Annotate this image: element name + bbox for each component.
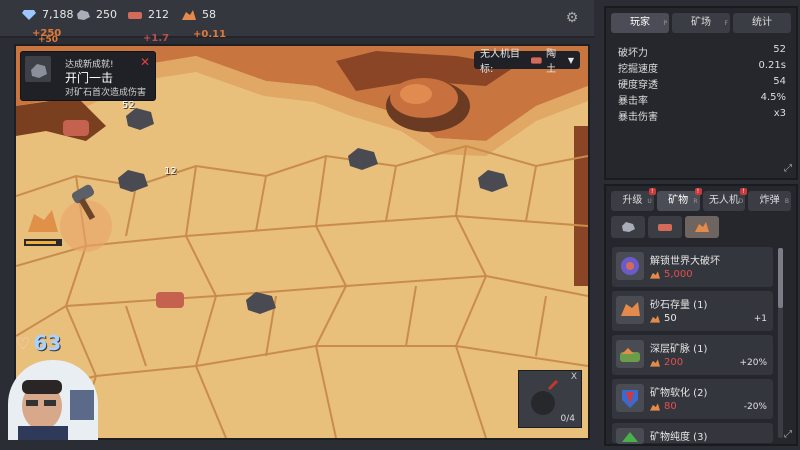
- webcam-overlay: [8, 360, 98, 440]
- gem-icon: [22, 9, 36, 20]
- tab-bombs[interactable]: 炸弹 B: [748, 191, 791, 211]
- health-value: 63: [33, 331, 62, 355]
- settings-gear-icon[interactable]: ⚙: [564, 10, 580, 26]
- ore-iron[interactable]: [126, 108, 154, 130]
- upgrade-effect: +1: [753, 314, 767, 324]
- clay-icon: [128, 11, 142, 19]
- close-icon[interactable]: X: [571, 372, 577, 382]
- tab-drones[interactable]: 无人机 D!: [702, 188, 748, 211]
- upgrade-card[interactable]: 砂石存量 (1) 50 +1: [612, 291, 773, 331]
- iron-ore-icon: [622, 222, 635, 232]
- health-display: ♡ 63: [16, 331, 61, 355]
- clay-icon: [531, 56, 543, 64]
- ore-clay[interactable]: [63, 120, 89, 136]
- achievement-ore-icon: [25, 56, 51, 82]
- mineral-purity-icon: [616, 428, 644, 444]
- achievement-name: 开门一击: [65, 71, 114, 85]
- close-icon[interactable]: ✕: [140, 55, 150, 69]
- upgrade-name: 砂石存量 (1): [650, 300, 708, 311]
- player-panel: 玩家 P 矿场 F 统计 破坏力 52 挖掘速度 0.21s 硬度穿透 54 暴击率 4.5…: [604, 6, 798, 180]
- upgrade-cost: 50: [650, 313, 677, 324]
- mineral-soften-icon: [616, 384, 644, 412]
- drone-target-value: 陶土: [546, 49, 557, 75]
- copper-ore-icon: [695, 222, 709, 232]
- upgrade-name: 矿物纯度 (3): [650, 432, 708, 443]
- resource-iron: 250: [76, 8, 117, 21]
- upgrade-cost: 80: [650, 401, 677, 412]
- drone-count: 0/4: [560, 414, 575, 424]
- ore-iron[interactable]: [118, 170, 148, 192]
- resource-clay: 212: [128, 8, 169, 21]
- upgrade-card[interactable]: 解锁世界大破坏 5,000: [612, 247, 773, 287]
- gravel-stock-icon: [616, 296, 644, 324]
- upgrade-cost: 5,000: [650, 269, 693, 280]
- upgrade-name: 矿物软化 (2): [650, 388, 708, 399]
- deep-vein-icon: [616, 340, 644, 368]
- upgrade-name: 深层矿脉 (1): [650, 344, 708, 355]
- ground-cracks: [16, 46, 588, 438]
- filter-clay[interactable]: [648, 216, 682, 238]
- drone-target-select[interactable]: 无人机目标: 陶土 ▼: [474, 49, 580, 75]
- gain-text: +1.7: [143, 33, 170, 44]
- filter-copper[interactable]: [685, 216, 719, 238]
- tab-stats[interactable]: 统计: [733, 13, 791, 33]
- upgrade-effect: -20%: [743, 402, 767, 412]
- copper-ore-icon: [650, 314, 660, 323]
- achievement-toast: 达成新成就! 开门一击 对矿石首次造成伤害 ✕: [20, 51, 156, 101]
- achievement-desc: 对矿石首次造成伤害: [65, 88, 147, 98]
- expand-icon[interactable]: ⤢: [784, 163, 792, 174]
- iron-ore-icon: [77, 9, 90, 20]
- gain-text: +0.11: [193, 29, 227, 40]
- upgrade-card[interactable]: 深层矿脉 (1) 200 +20%: [612, 335, 773, 375]
- stat-row: 硬度穿透 54: [618, 76, 786, 91]
- tab-minerals[interactable]: 矿物 R!: [656, 188, 702, 211]
- ore-clay[interactable]: [156, 292, 184, 308]
- resource-gem: 7,188: [22, 8, 74, 21]
- copper-ore-icon: [182, 9, 196, 20]
- copper-ore-icon: [650, 358, 660, 367]
- upgrade-card[interactable]: 矿物纯度 (3): [612, 423, 773, 444]
- stat-row: 暴击率 4.5%: [618, 92, 786, 107]
- resource-copper: 58: [182, 8, 216, 21]
- ore-iron[interactable]: [478, 170, 508, 192]
- copper-ore-icon: [650, 402, 660, 411]
- upgrade-card[interactable]: 矿物软化 (2) 80 -20%: [612, 379, 773, 419]
- mining-field[interactable]: 52 12: [14, 44, 590, 440]
- upgrade-name: 解锁世界大破坏: [650, 256, 720, 267]
- upgrade-effect: +20%: [739, 358, 767, 368]
- stat-row: 破坏力 52: [618, 44, 786, 59]
- tab-player[interactable]: 玩家 P: [611, 13, 669, 33]
- ore-iron[interactable]: [246, 292, 276, 314]
- world-destruction-icon: [616, 252, 644, 280]
- damage-number: 12: [164, 166, 177, 177]
- stat-row: 挖掘速度 0.21s: [618, 60, 786, 75]
- tab-mine[interactable]: 矿场 F: [672, 13, 730, 33]
- ore-iron[interactable]: [348, 148, 378, 170]
- chevron-down-icon: ▼: [567, 55, 574, 65]
- shop-scrollbar[interactable]: [778, 248, 783, 438]
- ore-copper[interactable]: [28, 210, 58, 232]
- tab-upgrade[interactable]: 升级 U!: [611, 188, 656, 211]
- expand-icon[interactable]: ⤢: [784, 429, 792, 440]
- damage-number: 52: [122, 100, 135, 111]
- drone-bay[interactable]: X 0/4: [518, 370, 582, 428]
- drone-target-label: 无人机目标:: [480, 49, 520, 75]
- resource-bar: 7,188 250 212 58 ⚙: [0, 0, 594, 38]
- upgrade-cost: 200: [650, 357, 683, 368]
- stat-row: 暴击伤害 x3: [618, 108, 786, 123]
- heart-icon: ♡: [16, 333, 31, 353]
- clay-icon: [658, 224, 672, 231]
- filter-iron[interactable]: [611, 216, 645, 238]
- copper-ore-icon: [650, 270, 660, 279]
